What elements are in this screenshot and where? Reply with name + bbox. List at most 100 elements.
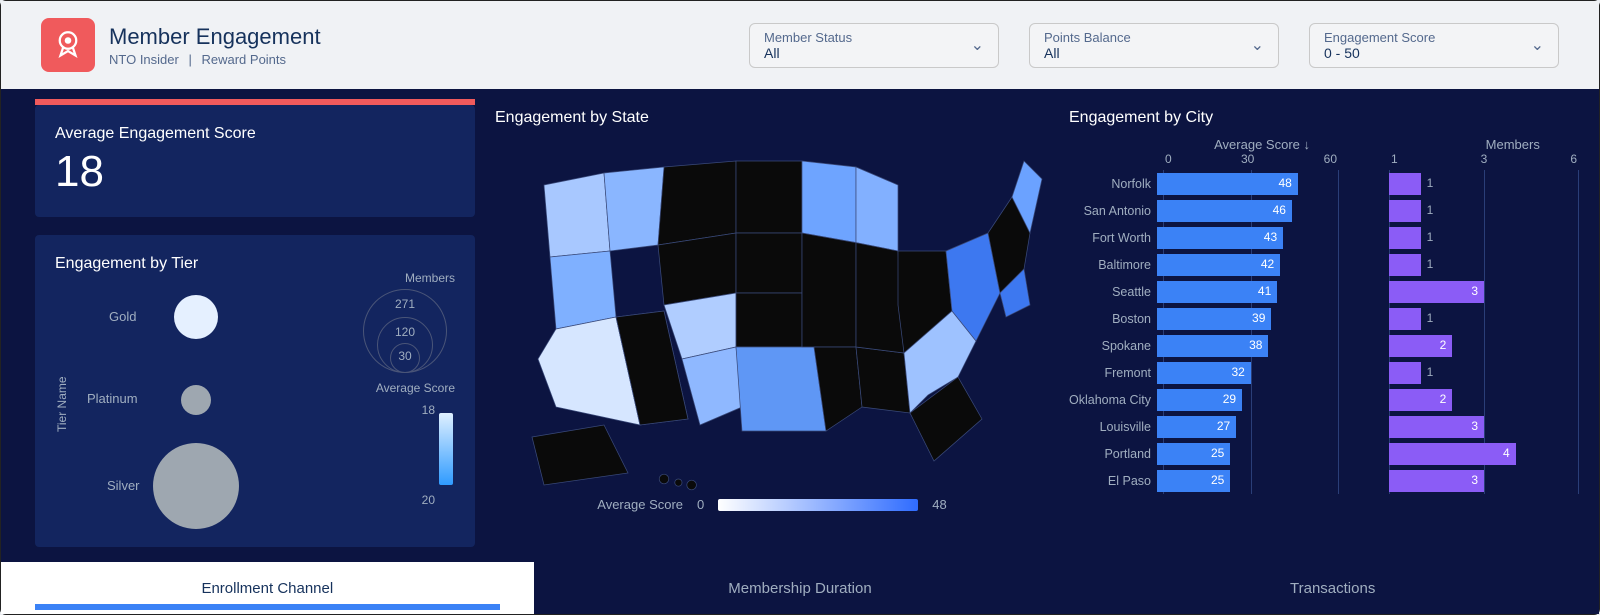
city-score-cell: 32	[1157, 362, 1333, 384]
city-row[interactable]: El Paso253	[1069, 467, 1579, 494]
members-bar[interactable]: 1	[1389, 200, 1421, 222]
score-bar[interactable]: 39	[1157, 308, 1271, 330]
members-bar[interactable]: 2	[1389, 389, 1452, 411]
city-score-cell: 41	[1157, 281, 1333, 303]
members-bar[interactable]: 2	[1389, 335, 1452, 357]
score-bar[interactable]: 46	[1157, 200, 1292, 222]
tier-title: Engagement by Tier	[55, 255, 455, 273]
city-score-cell: 42	[1157, 254, 1333, 276]
city-bar-chart[interactable]: Norfolk481San Antonio461Fort Worth431Bal…	[1069, 170, 1579, 494]
bubble-silver[interactable]	[153, 443, 239, 529]
tier-card: Engagement by Tier Tier Name Gold Platin…	[35, 235, 475, 547]
score-value: 29	[1223, 392, 1236, 406]
axis-tick: 1	[1391, 152, 1398, 166]
city-header-score[interactable]: Average Score ↓	[1069, 137, 1314, 152]
members-bar[interactable]: 4	[1389, 443, 1516, 465]
city-title: Engagement by City	[1069, 109, 1579, 127]
score-bar[interactable]: 48	[1157, 173, 1298, 195]
city-row[interactable]: Norfolk481	[1069, 170, 1579, 197]
score-bar[interactable]: 32	[1157, 362, 1251, 384]
axis-tick: 30	[1241, 152, 1254, 166]
tab-membership-duration[interactable]: Membership Duration	[534, 562, 1067, 614]
city-name: Boston	[1069, 312, 1157, 326]
members-bar[interactable]: 1	[1389, 308, 1421, 330]
tier-label-platinum: Platinum	[87, 391, 138, 406]
score-value: 41	[1258, 284, 1271, 298]
filter-label: Points Balance	[1044, 30, 1251, 45]
city-members-cell: 1	[1389, 362, 1579, 384]
city-row[interactable]: Spokane382	[1069, 332, 1579, 359]
members-value: 1	[1427, 365, 1434, 379]
members-bar[interactable]: 3	[1389, 281, 1484, 303]
city-score-cell: 29	[1157, 389, 1333, 411]
chevron-down-icon: ⌄	[1251, 35, 1264, 55]
members-value: 1	[1427, 257, 1434, 271]
city-row[interactable]: Baltimore42 1	[1069, 251, 1579, 278]
score-bar[interactable]: 41	[1157, 281, 1277, 303]
city-row[interactable]: Louisville27 3	[1069, 413, 1579, 440]
gradient-bottom-label: 20	[422, 493, 435, 507]
city-row[interactable]: Portland254	[1069, 440, 1579, 467]
score-value: 25	[1211, 473, 1224, 487]
kpi-label: Average Engagement Score	[55, 125, 455, 143]
dashboard-body: Average Engagement Score 18 Engagement b…	[1, 89, 1599, 614]
size-legend-rings: 271 120 30	[363, 289, 447, 373]
us-map-chart[interactable]	[495, 137, 1049, 497]
axis-tick: 3	[1481, 152, 1488, 166]
filter-points-balance[interactable]: Points Balance All ⌄	[1029, 23, 1279, 68]
members-value: 3	[1471, 473, 1478, 487]
tab-enrollment-channel[interactable]: Enrollment Channel	[1, 562, 534, 614]
tier-bubble-chart[interactable]: Gold Platinum Silver	[69, 283, 355, 525]
members-bar[interactable]: 1	[1389, 227, 1421, 249]
bubble-gold[interactable]	[174, 295, 218, 339]
filter-label: Engagement Score	[1324, 30, 1531, 45]
map-legend-label: Average Score	[597, 497, 683, 512]
chevron-down-icon: ⌄	[971, 35, 984, 55]
score-bar[interactable]: 25	[1157, 470, 1230, 492]
members-bar[interactable]: 3	[1389, 470, 1484, 492]
members-value: 1	[1427, 203, 1434, 217]
city-row[interactable]: Seattle 41 3	[1069, 278, 1579, 305]
members-value: 3	[1471, 284, 1478, 298]
city-row[interactable]: San Antonio461	[1069, 197, 1579, 224]
city-name: Oklahoma City	[1069, 393, 1157, 407]
tab-transactions[interactable]: Transactions	[1066, 562, 1599, 614]
score-value: 32	[1232, 365, 1245, 379]
city-header-members[interactable]: Members	[1447, 137, 1580, 152]
city-axis: 0 30 60 1 3 6	[1069, 152, 1579, 166]
tier-legend: Members 271 120 30 Average Score 18 20	[355, 283, 455, 525]
app-badge-icon	[41, 18, 95, 72]
members-bar[interactable]: 1	[1389, 254, 1421, 276]
city-row[interactable]: Oklahoma City 29 2	[1069, 386, 1579, 413]
city-name: Baltimore	[1069, 258, 1157, 272]
filter-member-status[interactable]: Member Status All ⌄	[749, 23, 999, 68]
members-bar[interactable]: 1	[1389, 362, 1421, 384]
bubble-platinum[interactable]	[181, 385, 211, 415]
score-bar[interactable]: 25	[1157, 443, 1230, 465]
members-bar[interactable]: 1	[1389, 173, 1421, 195]
city-row[interactable]: Fremont321	[1069, 359, 1579, 386]
score-bar[interactable]: 29	[1157, 389, 1242, 411]
score-value: 38	[1249, 338, 1262, 352]
score-bar[interactable]: 42	[1157, 254, 1280, 276]
score-bar[interactable]: 27	[1157, 416, 1236, 438]
city-row[interactable]: Boston 39 1	[1069, 305, 1579, 332]
subtitle-separator: |	[188, 52, 191, 67]
city-score-cell: 39	[1157, 308, 1333, 330]
score-bar[interactable]: 38	[1157, 335, 1268, 357]
score-value: 39	[1252, 311, 1265, 325]
page-title-block: Member Engagement NTO Insider | Reward P…	[109, 24, 321, 67]
map-legend-min: 0	[697, 497, 704, 512]
filter-engagement-score[interactable]: Engagement Score 0 - 50 ⌄	[1309, 23, 1559, 68]
city-row[interactable]: Fort Worth431	[1069, 224, 1579, 251]
city-name: Louisville	[1069, 420, 1157, 434]
city-score-cell: 27	[1157, 416, 1333, 438]
city-score-cell: 43	[1157, 227, 1333, 249]
city-name: Seattle	[1069, 285, 1157, 299]
members-bar[interactable]: 3	[1389, 416, 1484, 438]
city-score-cell: 46	[1157, 200, 1333, 222]
ring-label: 271	[363, 297, 447, 311]
score-bar[interactable]: 43	[1157, 227, 1283, 249]
filter-value: All	[1044, 45, 1251, 61]
tab-label: Transactions	[1290, 580, 1375, 597]
